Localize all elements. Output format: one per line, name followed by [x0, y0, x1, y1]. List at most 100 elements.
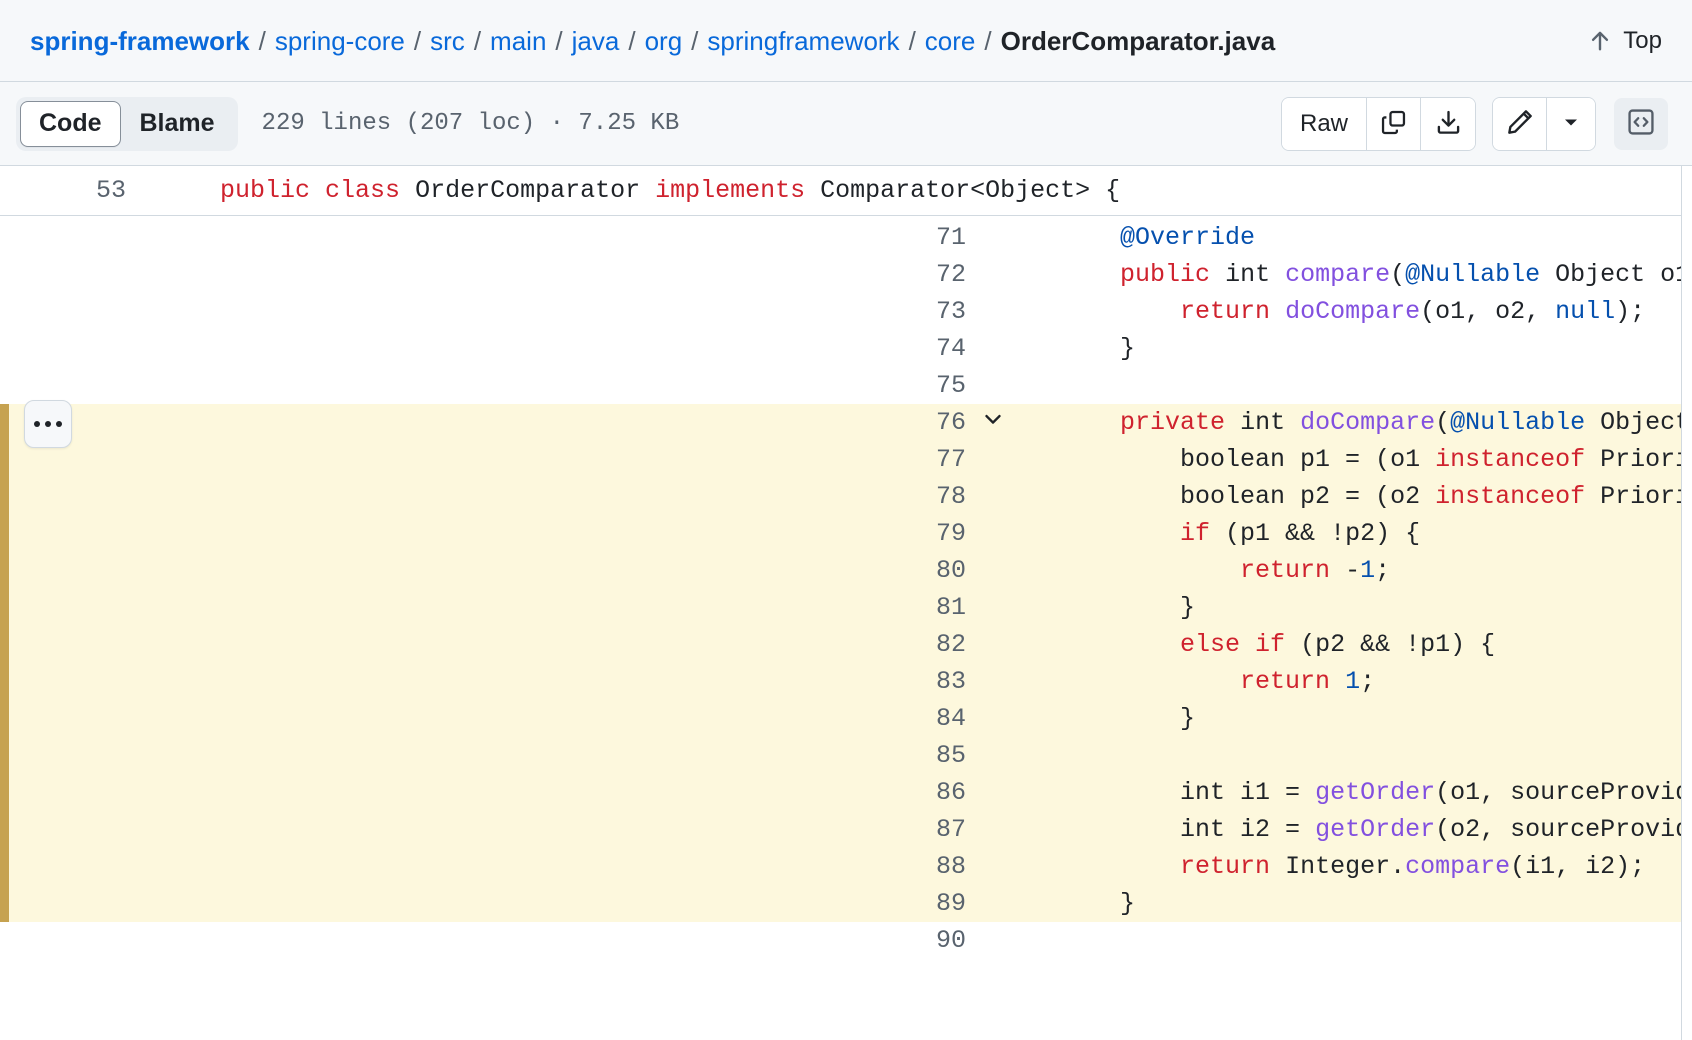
code-line-row[interactable]: 73 return doCompare(o1, o2, null);: [0, 293, 1692, 330]
line-number[interactable]: 88: [0, 848, 1000, 885]
code-line-content[interactable]: int i1 = getOrder(o1, sourceProvider);: [1000, 774, 1692, 811]
code-scroll-region[interactable]: 71 @Override 72 public int compare(@Nulla…: [0, 166, 1692, 1040]
code-line-content[interactable]: boolean p2 = (o2 instanceof PriorityOrde…: [1000, 478, 1692, 515]
code-line-row[interactable]: 83 return 1;: [0, 663, 1692, 700]
breadcrumb-link-main[interactable]: main: [490, 28, 546, 54]
line-number[interactable]: 89: [0, 885, 1000, 922]
code-line-row[interactable]: 79 if (p1 && !p2) {: [0, 515, 1692, 552]
code-token: getOrder: [1315, 778, 1436, 807]
breadcrumb-separator: /: [908, 25, 916, 56]
line-number-label: 77: [935, 445, 966, 474]
line-number-label: 87: [935, 815, 966, 844]
code-line-content[interactable]: return 1;: [1000, 663, 1692, 700]
code-line-row[interactable]: 77 boolean p1 = (o1 instanceof PriorityO…: [0, 441, 1692, 478]
code-line-row[interactable]: 81 }: [0, 589, 1692, 626]
code-line-content[interactable]: if (p1 && !p2) {: [1000, 515, 1692, 552]
edit-file-dropdown-button[interactable]: [1547, 97, 1595, 150]
line-number[interactable]: 83: [0, 663, 1000, 700]
code-line-row[interactable]: 82 else if (p2 && !p1) {: [0, 626, 1692, 663]
line-number[interactable]: 90: [0, 922, 1000, 959]
code-line-row[interactable]: 78 boolean p2 = (o2 instanceof PriorityO…: [0, 478, 1692, 515]
line-number-label: 82: [935, 630, 966, 659]
raw-button[interactable]: Raw: [1281, 97, 1367, 150]
breadcrumb-link-spring-framework[interactable]: spring-framework: [30, 28, 250, 54]
code-line-row[interactable]: 87 int i2 = getOrder(o2, sourceProvider)…: [0, 811, 1692, 848]
code-line-content[interactable]: }: [1000, 885, 1692, 922]
vertical-scrollbar[interactable]: [1681, 166, 1692, 1040]
line-number[interactable]: 87: [0, 811, 1000, 848]
code-token: }: [1000, 334, 1136, 363]
line-number-label: 75: [935, 371, 966, 400]
code-line-row[interactable]: 75: [0, 367, 1692, 404]
code-viewer[interactable]: 71 @Override 72 public int compare(@Nulla…: [0, 166, 1692, 1040]
line-number[interactable]: 81: [0, 589, 1000, 626]
code-line-row[interactable]: 80 return -1;: [0, 552, 1692, 589]
code-token: int i1 =: [1000, 778, 1316, 807]
code-line-content[interactable]: int i2 = getOrder(o2, sourceProvider);: [1000, 811, 1692, 848]
back-to-top-button[interactable]: Top: [1584, 21, 1666, 61]
line-number[interactable]: 80: [0, 552, 1000, 589]
code-line-row[interactable]: 86 int i1 = getOrder(o1, sourceProvider)…: [0, 774, 1692, 811]
breadcrumb-link-springframework[interactable]: springframework: [707, 28, 899, 54]
code-token: }: [1000, 593, 1196, 622]
line-number[interactable]: 71: [0, 219, 1000, 256]
code-token: (o2, sourceProvider);: [1435, 815, 1692, 844]
code-token: return: [1240, 667, 1346, 696]
tab-code[interactable]: Code: [20, 100, 121, 147]
chevron-down-icon[interactable]: [980, 406, 1006, 440]
line-number-label: 90: [935, 926, 966, 955]
copy-raw-contents-button[interactable]: [1367, 97, 1421, 150]
code-line-content[interactable]: boolean p1 = (o1 instanceof PriorityOrde…: [1000, 441, 1692, 478]
breadcrumb-link-src[interactable]: src: [430, 28, 465, 54]
breadcrumb-separator: /: [258, 25, 266, 56]
symbols-panel-button[interactable]: [1614, 97, 1668, 150]
code-line-row[interactable]: 89 }: [0, 885, 1692, 922]
code-line-content[interactable]: @Override: [1000, 219, 1692, 256]
kebab-menu-icon[interactable]: [24, 399, 72, 448]
line-number[interactable]: 77: [0, 441, 1000, 478]
line-number[interactable]: 78: [0, 478, 1000, 515]
code-line-content[interactable]: [1000, 922, 1692, 959]
line-number[interactable]: 79: [0, 515, 1000, 552]
line-number[interactable]: 85: [0, 737, 1000, 774]
code-line-row[interactable]: 71 @Override: [0, 219, 1692, 256]
code-line-content[interactable]: private int doCompare(@Nullable Object o…: [1000, 404, 1692, 441]
code-line-row[interactable]: 85: [0, 737, 1692, 774]
code-line-content[interactable]: }: [1000, 589, 1692, 626]
code-line-row[interactable]: 74 }: [0, 330, 1692, 367]
code-line-content[interactable]: public int compare(@Nullable Object o1, …: [1000, 256, 1692, 293]
breadcrumb-link-spring-core[interactable]: spring-core: [275, 28, 405, 54]
tab-blame[interactable]: Blame: [121, 101, 234, 147]
line-number[interactable]: 74: [0, 330, 1000, 367]
sticky-code-header: 53 public class OrderComparator implemen…: [0, 166, 1692, 216]
code-token: boolean p1 = (o1: [1000, 445, 1436, 474]
code-line-row[interactable]: 84 }: [0, 700, 1692, 737]
line-number[interactable]: 72: [0, 256, 1000, 293]
line-number[interactable]: 75: [0, 367, 1000, 404]
code-line-content[interactable]: [1000, 367, 1692, 404]
code-line-row[interactable]: 90: [0, 922, 1692, 959]
code-line-row[interactable]: 72 public int compare(@Nullable Object o…: [0, 256, 1692, 293]
line-number[interactable]: 84: [0, 700, 1000, 737]
line-number[interactable]: 76: [0, 404, 1001, 441]
breadcrumb-link-org[interactable]: org: [645, 28, 683, 54]
code-line-content[interactable]: }: [1000, 330, 1692, 367]
code-token: if: [1180, 519, 1226, 548]
breadcrumb-link-java[interactable]: java: [572, 28, 620, 54]
line-number[interactable]: 86: [0, 774, 1000, 811]
code-line-content[interactable]: }: [1000, 700, 1692, 737]
edit-file-button[interactable]: [1493, 97, 1547, 150]
line-number[interactable]: 73: [0, 293, 1000, 330]
code-line-content[interactable]: return doCompare(o1, o2, null);: [1000, 293, 1692, 330]
code-line-content[interactable]: return -1;: [1000, 552, 1692, 589]
line-number[interactable]: 82: [0, 626, 1000, 663]
code-token: int: [1240, 408, 1301, 437]
code-line-row[interactable]: 76 private int doCompare(@Nullable Objec…: [0, 404, 1692, 441]
code-line-content[interactable]: else if (p2 && !p1) {: [1000, 626, 1692, 663]
code-line-content[interactable]: [1000, 737, 1692, 774]
code-line-content[interactable]: return Integer.compare(i1, i2);: [1000, 848, 1692, 885]
download-raw-file-button[interactable]: [1421, 97, 1475, 150]
breadcrumb-link-core[interactable]: core: [925, 28, 976, 54]
code-line-row[interactable]: 88 return Integer.compare(i1, i2);: [0, 848, 1692, 885]
